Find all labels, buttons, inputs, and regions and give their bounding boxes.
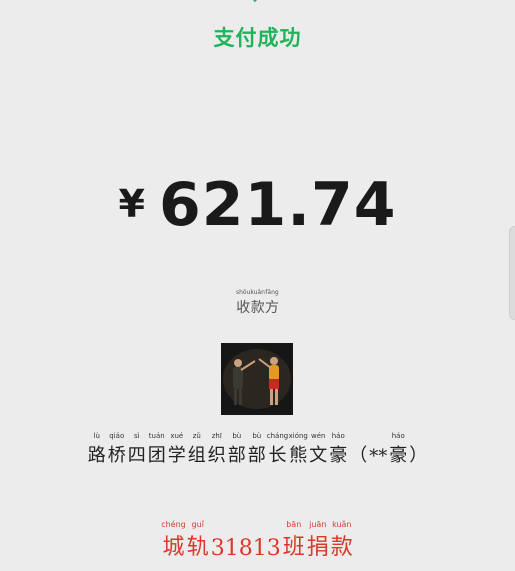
payee-name-char: bù 部: [247, 432, 267, 467]
payee-name-hanzi: **: [369, 446, 388, 467]
payee-name-pinyin: bù: [232, 432, 242, 440]
payee-label-text: shōu 收 kuǎn 款 fāng 方: [236, 288, 279, 317]
donation-note-text: chéng 城 guǐ 轨 31813 bān 班 juān 捐 kuǎn 款: [161, 520, 354, 561]
donation-note-char: juān 捐: [306, 520, 330, 561]
payee-label: shōu 收 kuǎn 款 fāng 方: [0, 288, 515, 317]
payee-name-char: zhī 织: [207, 432, 227, 467]
payee-label-hanzi: 款: [250, 300, 265, 316]
side-scroll-handle[interactable]: [509, 226, 515, 320]
donation-note-pinyin: guǐ: [191, 520, 204, 529]
payee-name-pinyin: háo: [331, 432, 345, 440]
payment-success-screen: 支付成功 ¥621.74 shōu 收 kuǎn 款 fāng 方 lù 路 qiáo 桥 sì 四…: [0, 0, 515, 571]
avatar-image: [221, 343, 293, 415]
payee-name-char: lù 路: [87, 432, 107, 467]
donation-note-char: guǐ 轨: [186, 520, 210, 561]
payee-name-hanzi: （: [349, 445, 368, 466]
payee-name-pinyin: háo: [391, 432, 405, 440]
payee-name-hanzi: 组: [187, 445, 206, 466]
payee-name-char: xióng 熊: [288, 432, 308, 467]
payee-name-char: ）: [408, 432, 428, 467]
payee-label-char: kuǎn 款: [250, 288, 265, 317]
payee-name-char: háo 豪: [328, 432, 348, 467]
payee-name-hanzi: 织: [207, 445, 226, 466]
currency-symbol: ¥: [118, 182, 145, 226]
donation-note-hanzi: 31813: [210, 536, 281, 561]
payee-name-char: xué 学: [167, 432, 187, 467]
payee-name-pinyin: cháng: [266, 432, 289, 440]
payee-name-pinyin: wén: [311, 432, 326, 440]
payee-name-char: **: [368, 437, 388, 467]
payee-name-text: lù 路 qiáo 桥 sì 四 tuán 团 xué 学 zǔ 组 zhī 织 bù 部 bù 部 cháng 长 x…: [87, 432, 428, 467]
payee-name-char: tuán 团: [147, 432, 167, 467]
payee-name-pinyin: sì: [133, 432, 140, 440]
donation-note-pinyin: chéng: [161, 520, 186, 529]
payee-name-pinyin: bù: [252, 432, 262, 440]
payee-name-char: wén 文: [308, 432, 328, 467]
payee-name-pinyin: tuán: [148, 432, 165, 440]
payee-name-hanzi: 四: [127, 445, 146, 466]
success-check-icon: [253, 0, 258, 3]
payment-status-title: 支付成功: [213, 26, 302, 50]
payee-name-pinyin: lù: [93, 432, 100, 440]
donation-note-char: kuǎn 款: [330, 520, 354, 561]
payee-name-hanzi: 长: [268, 445, 287, 466]
payment-amount: ¥621.74: [0, 170, 515, 240]
payee-name-pinyin: zǔ: [192, 432, 201, 440]
payee-name-pinyin: zhī: [211, 432, 222, 440]
payee-label-pinyin: fāng: [265, 289, 279, 296]
payee-name-hanzi: 豪: [329, 445, 348, 466]
payee-label-pinyin: kuǎn: [250, 289, 265, 296]
payee-name-char: cháng 长: [267, 432, 288, 467]
donation-note-hanzi: 城: [162, 535, 185, 560]
donation-note-char: chéng 城: [161, 520, 186, 561]
payee-name-hanzi: 文: [309, 445, 328, 466]
amount-value: 621.74: [158, 170, 397, 240]
payee-label-hanzi: 收: [236, 300, 251, 316]
donation-note-pinyin: bān: [286, 520, 302, 529]
donation-note-pinyin: kuǎn: [332, 520, 352, 529]
payee-name: lù 路 qiáo 桥 sì 四 tuán 团 xué 学 zǔ 组 zhī 织 bù 部 bù 部 cháng 长 x…: [0, 432, 515, 467]
donation-note-pinyin: juān: [309, 520, 327, 529]
donation-note-hanzi: 款: [330, 535, 353, 560]
payee-name-char: （: [348, 432, 368, 467]
donation-note-hanzi: 捐: [306, 535, 329, 560]
donation-note-hanzi: 轨: [186, 535, 209, 560]
donation-note-hanzi: 班: [282, 535, 305, 560]
payee-label-pinyin: shōu: [236, 289, 251, 296]
payee-label-char: fāng 方: [265, 288, 279, 317]
payee-name-pinyin: xióng: [288, 432, 308, 440]
payee-name-hanzi: 部: [227, 445, 246, 466]
payee-name-hanzi: 部: [247, 445, 266, 466]
payee-name-char: qiáo 桥: [107, 432, 127, 467]
payee-name-hanzi: 豪: [389, 445, 408, 466]
donation-note: chéng 城 guǐ 轨 31813 bān 班 juān 捐 kuǎn 款: [0, 520, 515, 561]
payee-name-char: bù 部: [227, 432, 247, 467]
payee-name-pinyin: xué: [170, 432, 184, 440]
payee-name-hanzi: 学: [167, 445, 186, 466]
payee-name-hanzi: ）: [409, 445, 428, 466]
payee-name-hanzi: 桥: [107, 445, 126, 466]
payee-label-hanzi: 方: [264, 300, 279, 316]
donation-note-char: bān 班: [282, 520, 306, 561]
payee-label-char: shōu 收: [236, 288, 250, 317]
donation-note-char: 31813: [210, 527, 282, 561]
payee-name-char: zǔ 组: [187, 432, 207, 467]
payee-name-hanzi: 熊: [289, 445, 308, 466]
payee-name-hanzi: 团: [147, 445, 166, 466]
payee-name-hanzi: 路: [87, 445, 106, 466]
payee-name-char: sì 四: [127, 432, 147, 467]
payee-name-pinyin: qiáo: [109, 432, 125, 440]
payee-name-char: háo 豪: [388, 432, 408, 467]
payee-avatar: [221, 343, 293, 415]
